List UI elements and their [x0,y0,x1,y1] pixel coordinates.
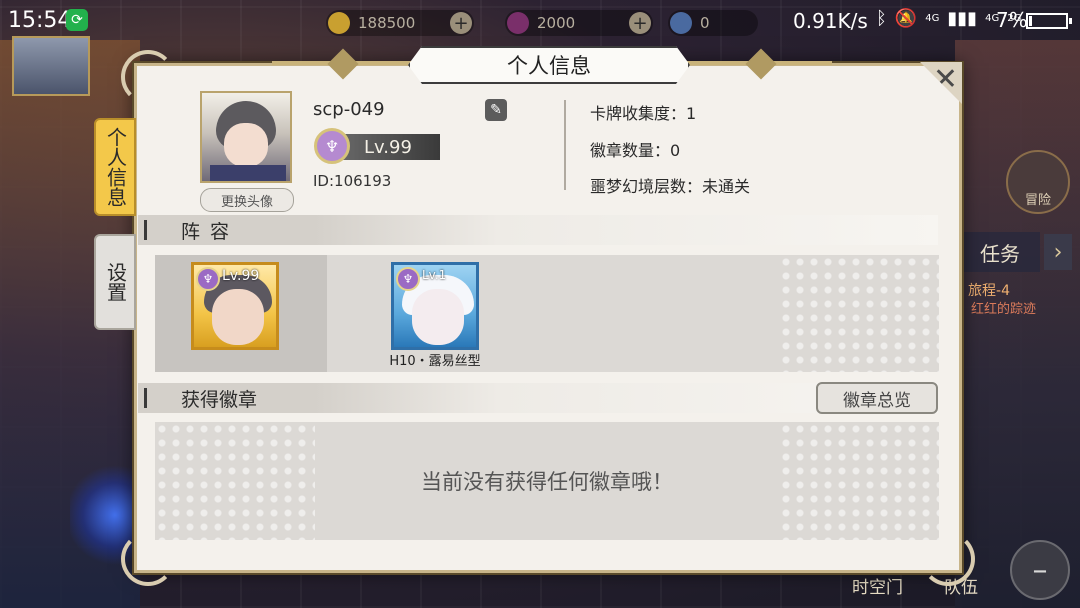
change-avatar-button[interactable]: 更换头像 [200,188,294,212]
dot-pattern [155,422,315,540]
dot-pattern [779,422,939,540]
minimize-icon[interactable]: – [1010,540,1070,600]
gem-resource: 2000 + [505,10,653,36]
corner-ornament [121,50,175,104]
refresh-icon: ⟳ [66,9,88,31]
clock: 15:54 [8,8,72,33]
portal-label[interactable]: 时空门 [852,573,903,598]
adventure-button[interactable]: 冒险 [1006,150,1070,214]
avatar [200,91,292,183]
add-gold-button[interactable]: + [450,12,472,34]
card-face [412,289,464,345]
network-label-1: 4G [925,13,940,24]
badge-overview-button[interactable]: 徽章总览 [816,382,938,414]
quest-subtitle[interactable]: 红红的踪迹 [971,298,1036,317]
card-level: Lv.1 [422,268,447,282]
gem-icon [507,12,529,34]
gold-value: 188500 [358,14,416,32]
bluetooth-icon: ᛒ [876,8,887,29]
lineup-header-text: 阵容 [181,220,240,243]
token-icon [670,12,692,34]
edit-name-icon[interactable]: ✎ [485,99,507,121]
dialog-title: 个人信息 [408,46,690,84]
task-button[interactable]: 任务 [960,232,1040,272]
gold-resource: 188500 + [326,10,474,36]
class-emblem-icon: ♆ [196,267,220,291]
card-collection-stat: 卡牌收集度：1 [590,104,697,123]
battery-fill [1029,16,1032,26]
status-bar: 15:54 ⟳ 188500 + 2000 + 0 0.91K/s ᛒ 🔕 4G… [0,0,1080,42]
network-speed: 0.91K/s [793,9,868,33]
task-label: 任务 [980,241,1020,266]
token-resource: 0 [668,10,758,36]
mute-icon: 🔕 [894,8,918,29]
avatar-face [224,123,268,167]
task-arrow-icon[interactable]: › [1044,234,1072,270]
empty-badges-message: 当前没有获得任何徽章哦！ [421,470,673,494]
class-emblem-icon: ♆ [396,267,420,291]
lineup-card[interactable]: ♆ Lv.1 [391,262,479,350]
adventure-label: 冒险 [1024,193,1051,208]
avatar-coat [210,165,286,181]
dot-pattern [779,255,939,372]
tab-personal-info[interactable]: 个人信息 [94,118,136,216]
gem-value: 2000 [537,14,576,32]
player-id: ID:106193 [313,172,392,190]
nightmare-floor-stat: 噩梦幻境层数：未通关 [590,177,751,196]
divider [564,100,566,190]
diamond-ornament [745,48,777,80]
level-emblem-icon: ♆ [314,128,350,164]
card-level: Lv.99 [222,268,260,284]
corner-ornament [121,532,175,586]
background-right-scene [955,40,1080,608]
lineup-card[interactable]: ♆ Lv.99 [191,262,279,350]
signal-icon: ▮▮▮ [947,8,978,29]
card-name: H10・露易丝型 [389,354,481,369]
diamond-ornament [327,48,359,80]
username: scp-049 [313,99,385,120]
tab-settings[interactable]: 设置 [94,234,136,330]
badge-count-stat: 徽章数量：0 [590,141,681,160]
coin-icon [328,12,350,34]
lineup-section-header: 阵容 [138,215,938,245]
token-value: 0 [700,14,710,32]
card-face [212,289,264,345]
quest-title[interactable]: 旅程-4 [968,280,1010,300]
add-gem-button[interactable]: + [629,12,651,34]
battery-text: 7% [996,8,1028,32]
corner-ornament [921,532,975,586]
player-avatar-thumbnail[interactable] [12,36,90,96]
badges-header-text: 获得徽章 [181,388,258,411]
battery-icon [1026,13,1072,29]
